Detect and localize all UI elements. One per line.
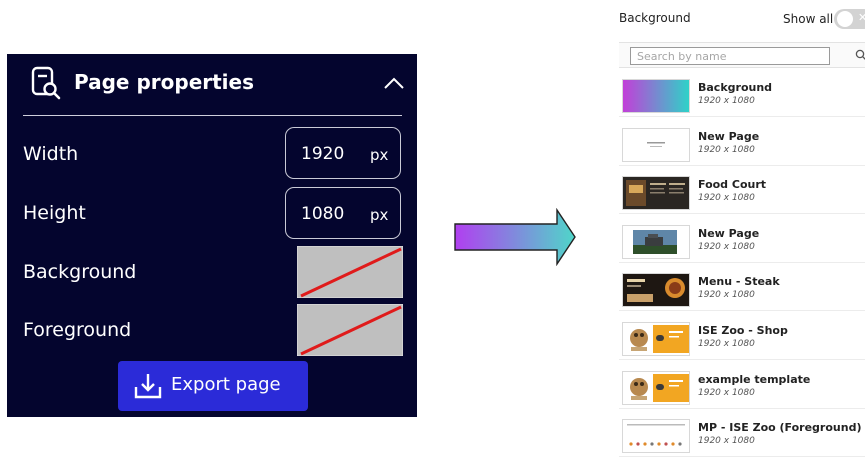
page-name: New Page bbox=[698, 129, 760, 143]
header-divider bbox=[23, 115, 402, 116]
page-thumbnail bbox=[622, 273, 690, 308]
page-dimensions: 1920 x 1080 bbox=[698, 144, 755, 155]
height-label: Height bbox=[23, 202, 86, 224]
page-list-item[interactable]: New Page 1920 x 1080 bbox=[619, 221, 865, 263]
page-name: Menu - Steak bbox=[698, 275, 780, 289]
page-list-item[interactable]: New Page 1920 x 1080 bbox=[619, 124, 865, 166]
page-properties-panel: Page properties Width 1920 px Height 108… bbox=[7, 54, 417, 417]
arrow-right-icon bbox=[454, 208, 576, 266]
width-unit: px bbox=[370, 146, 389, 164]
page-list-item[interactable]: example template 1920 x 1080 bbox=[619, 367, 865, 409]
page-dimensions: 1920 x 1080 bbox=[698, 290, 755, 301]
page-search-icon bbox=[31, 66, 61, 100]
background-label: Background bbox=[23, 261, 137, 283]
width-label: Width bbox=[23, 143, 79, 165]
page-list-item[interactable]: ISE Zoo - Shop 1920 x 1080 bbox=[619, 318, 865, 360]
background-picker: Background Show all ✕ Background 1920 x 1… bbox=[612, 0, 865, 457]
page-thumbnail bbox=[622, 370, 690, 405]
search-bar bbox=[619, 42, 865, 68]
search-icon[interactable] bbox=[855, 49, 865, 61]
search-input[interactable] bbox=[630, 47, 830, 65]
page-name: Food Court bbox=[698, 178, 767, 192]
page-list-item[interactable]: Food Court 1920 x 1080 bbox=[619, 172, 865, 215]
page-dimensions: 1920 x 1080 bbox=[698, 436, 755, 447]
height-input[interactable]: 1080 px bbox=[285, 187, 401, 239]
page-list-item[interactable]: Background 1920 x 1080 bbox=[619, 75, 865, 117]
page-thumbnail bbox=[622, 224, 690, 259]
page-dimensions: 1920 x 1080 bbox=[698, 339, 755, 349]
page-thumbnail bbox=[622, 322, 690, 356]
page-name: MP - ISE Zoo (Foreground) bbox=[698, 421, 862, 435]
export-page-label: Export page bbox=[171, 374, 281, 395]
page-name: example template bbox=[698, 372, 811, 386]
page-thumbnail bbox=[622, 176, 690, 211]
page-dimensions: 1920 x 1080 bbox=[698, 193, 755, 204]
page-name: New Page bbox=[698, 226, 760, 240]
height-value: 1080 bbox=[301, 204, 345, 224]
page-list-item[interactable]: Menu - Steak 1920 x 1080 bbox=[619, 269, 865, 312]
page-thumbnail bbox=[622, 127, 690, 162]
page-dimensions: 1920 x 1080 bbox=[698, 241, 755, 252]
page-name: Background bbox=[698, 81, 773, 94]
page-thumbnail bbox=[622, 419, 690, 454]
show-all-label: Show all bbox=[783, 12, 834, 26]
width-value: 1920 bbox=[301, 144, 345, 164]
page-thumbnail bbox=[622, 79, 690, 113]
foreground-label: Foreground bbox=[23, 319, 132, 341]
background-color-swatch[interactable] bbox=[297, 246, 403, 298]
picker-title: Background bbox=[619, 11, 691, 25]
toggle-knob bbox=[837, 11, 853, 27]
page-dimensions: 1920 x 1080 bbox=[698, 96, 755, 106]
show-all-toggle[interactable]: ✕ bbox=[834, 9, 865, 29]
page-dimensions: 1920 x 1080 bbox=[698, 387, 755, 398]
foreground-color-swatch[interactable] bbox=[297, 304, 403, 356]
download-icon bbox=[134, 374, 162, 399]
page-name: ISE Zoo - Shop bbox=[698, 324, 788, 337]
panel-title: Page properties bbox=[74, 70, 255, 94]
height-unit: px bbox=[370, 206, 389, 224]
page-list-item[interactable]: MP - ISE Zoo (Foreground) 1920 x 1080 bbox=[619, 415, 865, 457]
chevron-up-icon[interactable] bbox=[383, 76, 405, 90]
export-page-button[interactable]: Export page bbox=[118, 361, 308, 411]
width-input[interactable]: 1920 px bbox=[285, 127, 401, 179]
close-icon: ✕ bbox=[858, 12, 865, 24]
